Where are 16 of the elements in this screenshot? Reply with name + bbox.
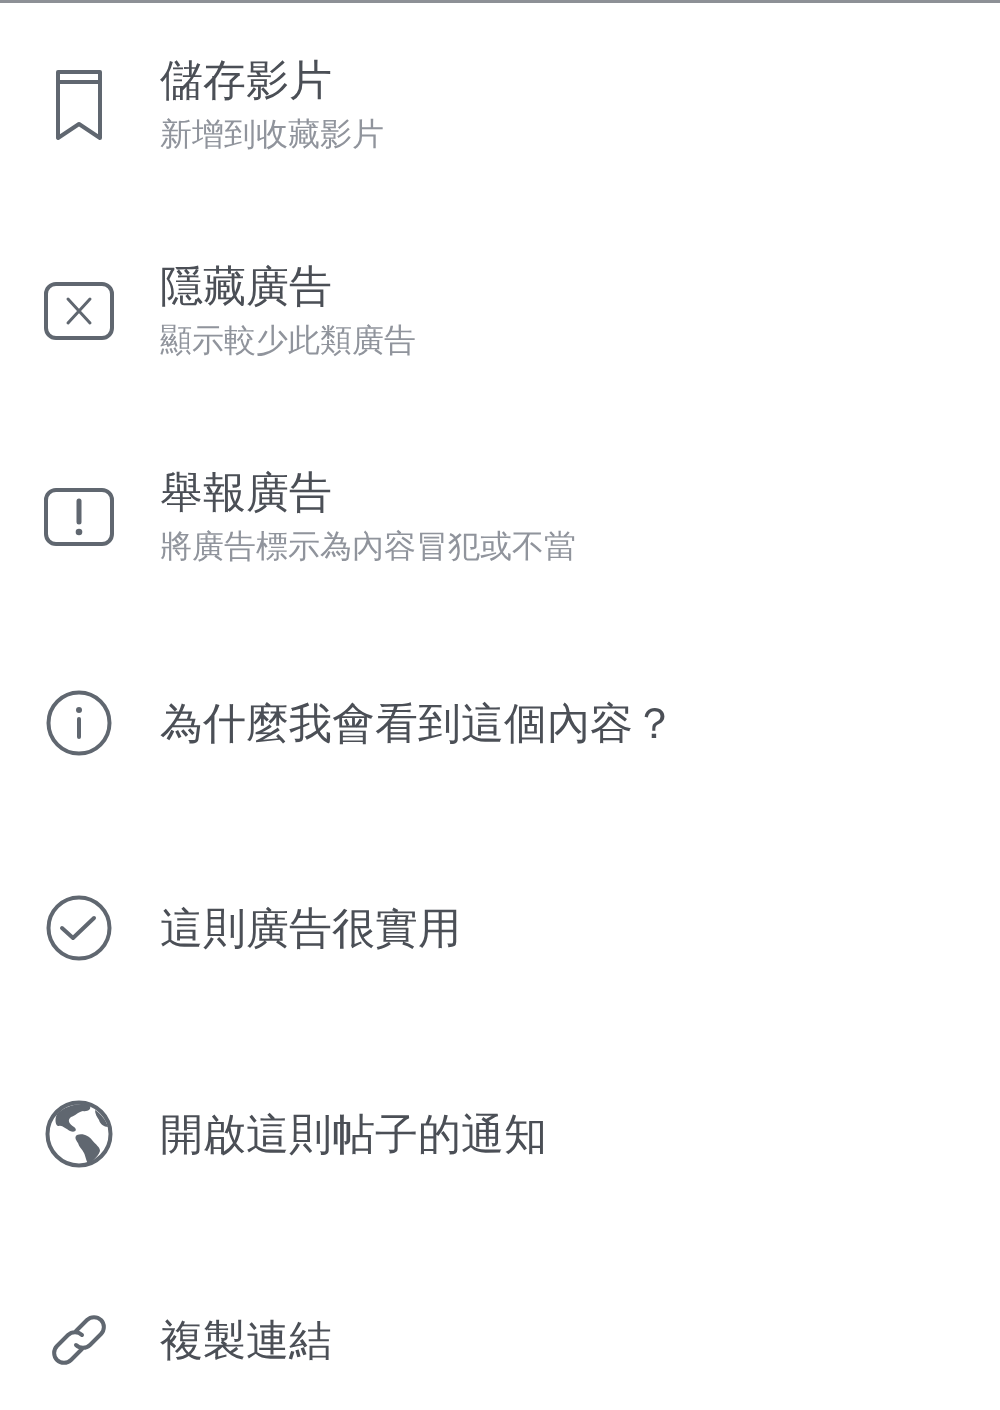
menu-option[interactable]: 複製連結 bbox=[160, 1314, 332, 1367]
close-icon bbox=[44, 281, 114, 340]
menu-option[interactable]: 這則廣告很實用 bbox=[160, 902, 461, 955]
menu-option[interactable]: 為什麼我會看到這個內容？ bbox=[160, 696, 676, 749]
menu-option[interactable]: 儲存影片 bbox=[160, 53, 332, 106]
option-description: 新增到收藏影片 bbox=[160, 113, 384, 155]
option-description: 顯示較少此類廣告 bbox=[160, 319, 416, 361]
menu-option[interactable]: 開啟這則帖子的通知 bbox=[160, 1108, 547, 1161]
option-description: 將廣告標示為內容冒犯或不當 bbox=[160, 525, 576, 567]
exclamation-icon bbox=[44, 487, 114, 546]
bookmark-icon bbox=[55, 68, 103, 141]
globe-icon bbox=[45, 1100, 113, 1169]
info-icon bbox=[46, 689, 112, 756]
check-circle-icon bbox=[46, 895, 112, 962]
menu-option[interactable]: 舉報廣告 bbox=[160, 465, 332, 518]
menu-option[interactable]: 隱藏廣告 bbox=[160, 259, 332, 312]
